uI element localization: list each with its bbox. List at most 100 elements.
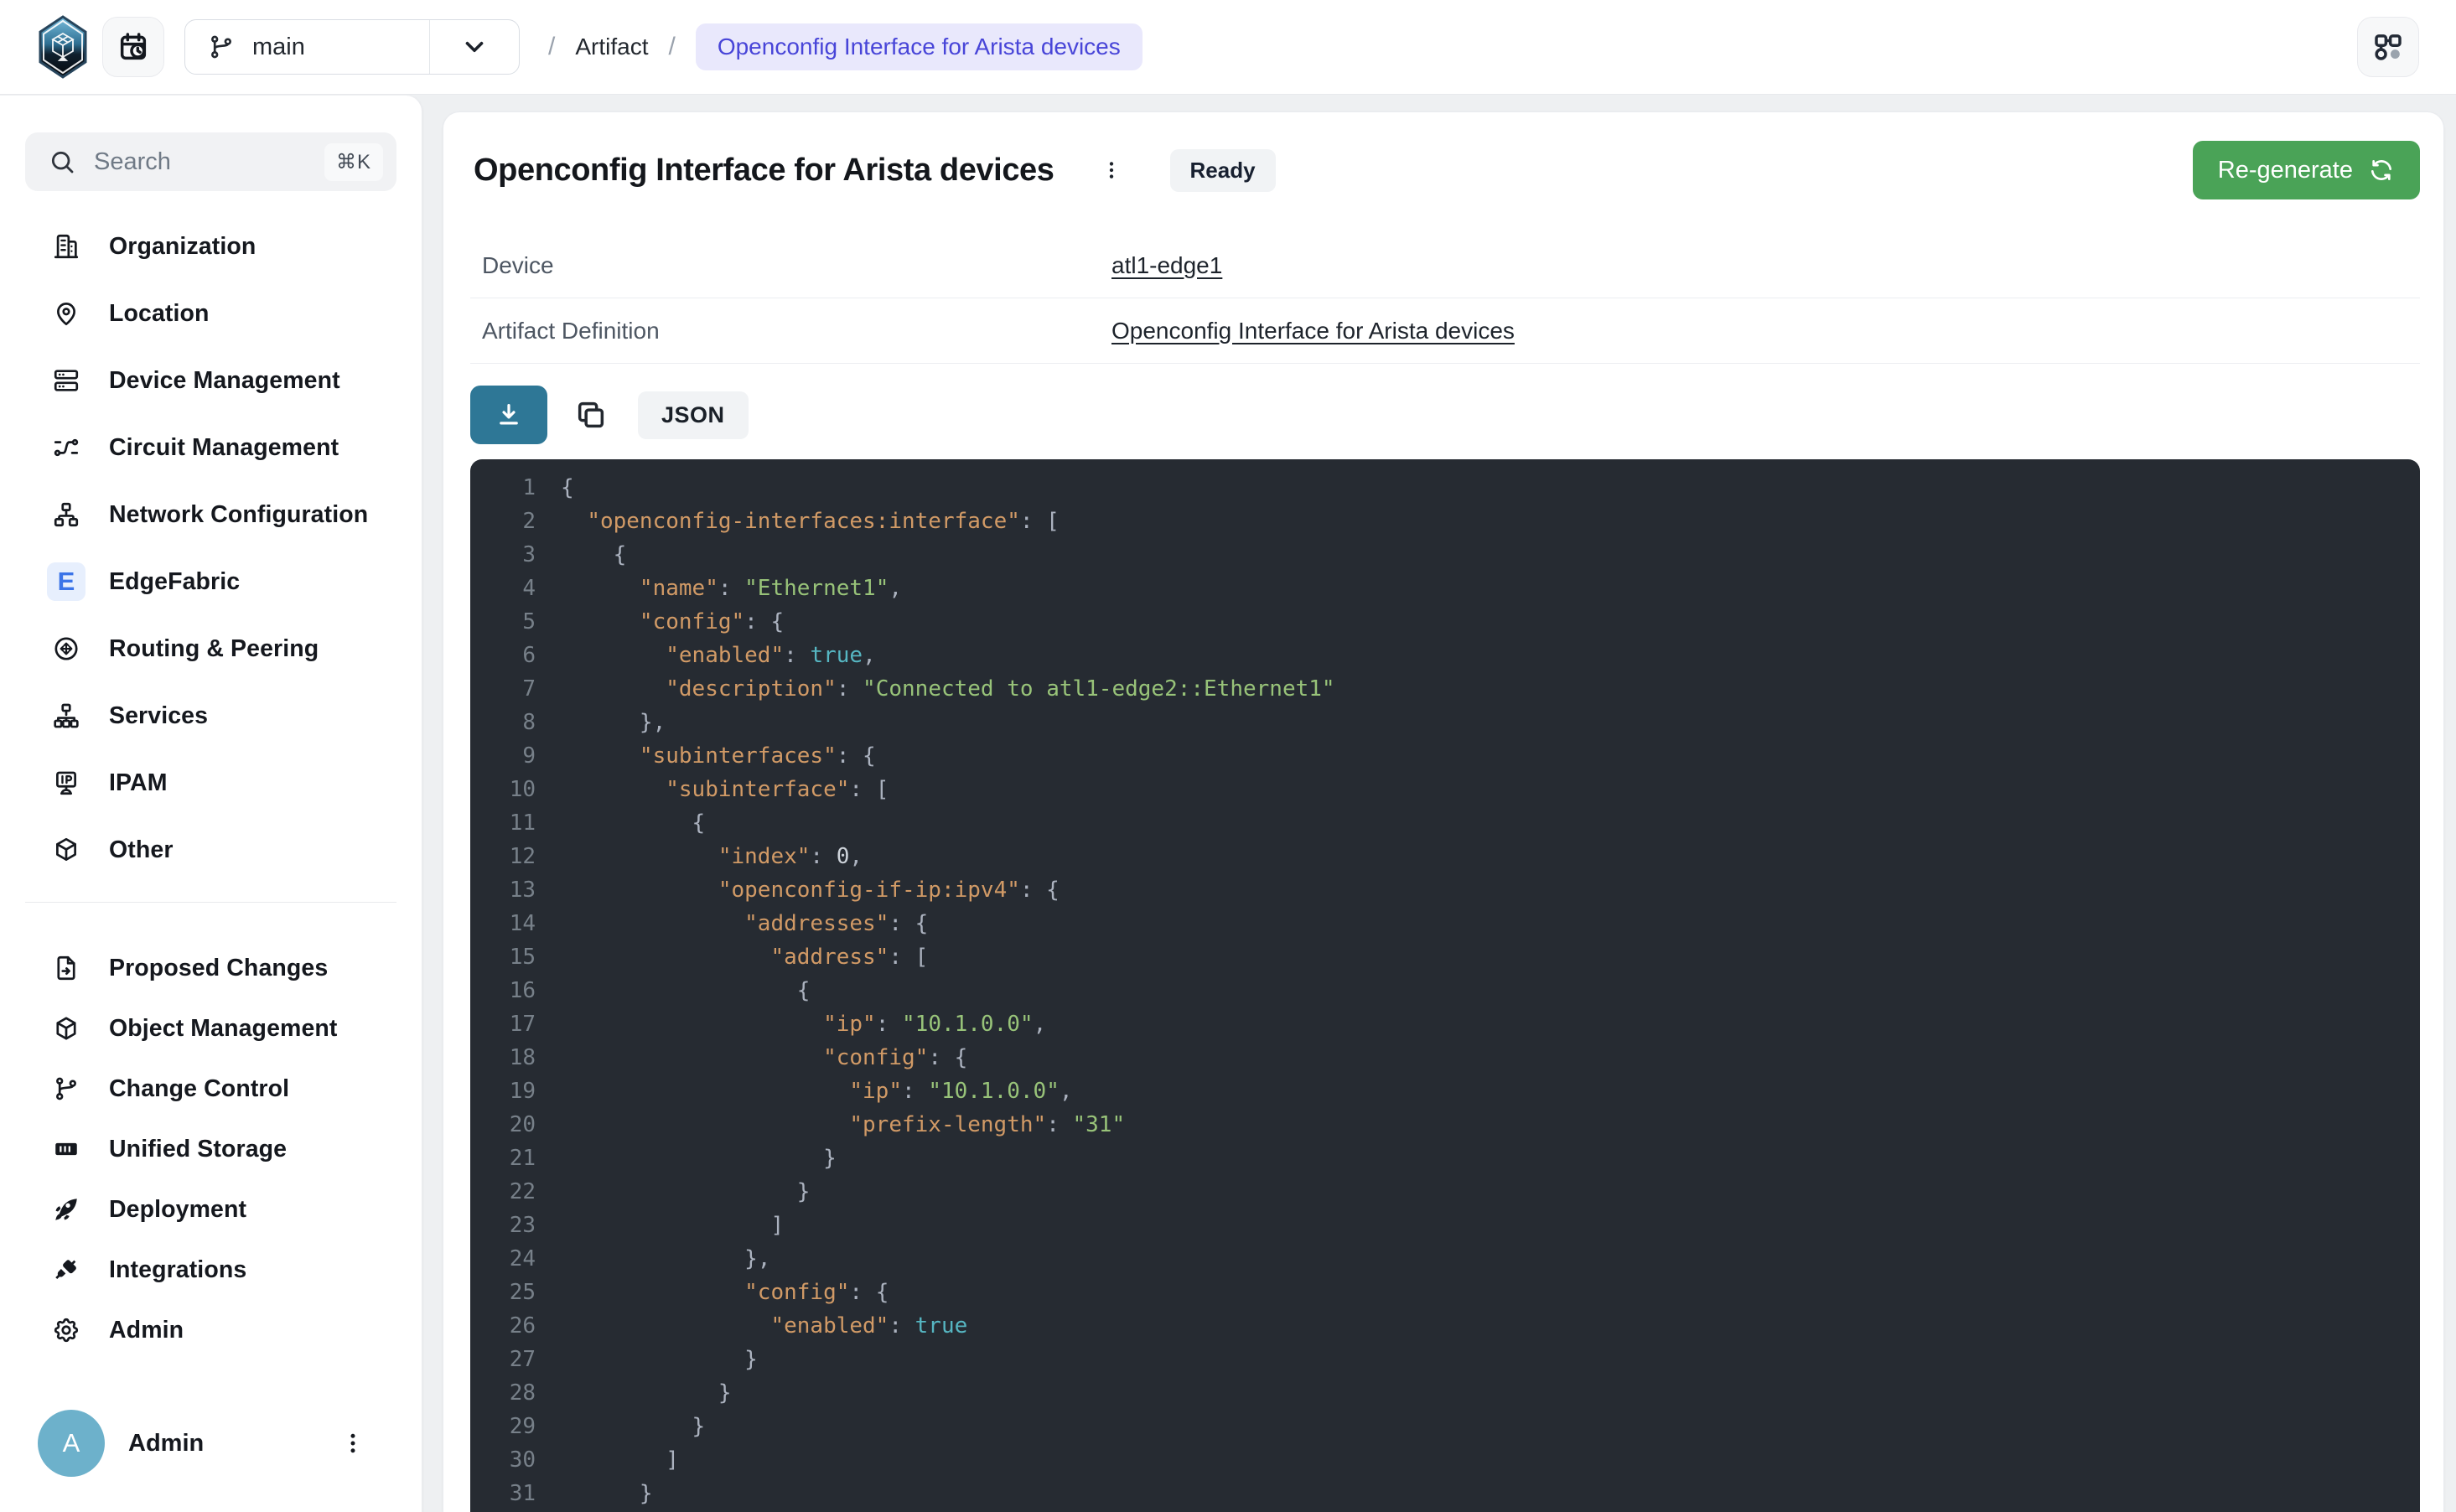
branch-selector[interactable]: main xyxy=(184,19,520,75)
sidebar-item-label: Location xyxy=(109,300,210,328)
breadcrumb: / Artifact / Openconfig Interface for Ar… xyxy=(548,23,1143,70)
sidebar-item-services[interactable]: Services xyxy=(0,682,422,749)
code-line: 26 "enabled": true xyxy=(470,1309,2420,1343)
cube-icon xyxy=(47,1009,85,1048)
kebab-icon xyxy=(1101,156,1122,184)
search-input[interactable]: Search ⌘K xyxy=(25,132,396,191)
code-line: 17 "ip": "10.1.0.0", xyxy=(470,1007,2420,1041)
refresh-icon xyxy=(2368,157,2395,184)
ipam-icon xyxy=(47,764,85,802)
search-shortcut: ⌘K xyxy=(324,143,383,181)
server-icon xyxy=(47,361,85,400)
sidebar-item-organization[interactable]: Organization xyxy=(0,213,422,280)
line-number: 26 xyxy=(470,1309,536,1343)
sidebar-item-change-control[interactable]: Change Control xyxy=(0,1059,422,1119)
user-row: A Admin xyxy=(0,1395,422,1512)
sidebar-item-label: IPAM xyxy=(109,769,168,797)
line-number: 30 xyxy=(470,1443,536,1477)
line-number: 16 xyxy=(470,974,536,1007)
code-line: 25 "config": { xyxy=(470,1276,2420,1309)
code-line: 27 } xyxy=(470,1343,2420,1376)
sidebar-item-ipam[interactable]: IPAM xyxy=(0,749,422,816)
code-line: 4 "name": "Ethernet1", xyxy=(470,572,2420,605)
sidebar-item-deployment[interactable]: Deployment xyxy=(0,1179,422,1240)
code-line: 24 }, xyxy=(470,1242,2420,1276)
sidebar-secondary-nav: Proposed Changes Object Management Change … xyxy=(0,938,422,1360)
sidebar-item-label: Circuit Management xyxy=(109,434,339,462)
sidebar-item-label: Other xyxy=(109,836,174,864)
sidebar-item-routing-peering[interactable]: Routing & Peering xyxy=(0,615,422,682)
sidebar-item-location[interactable]: Location xyxy=(0,280,422,347)
topbar: main / Artifact / Openconfig Interface f… xyxy=(0,0,2456,95)
device-link[interactable]: atl1-edge1 xyxy=(1111,252,1222,279)
sidebar-item-object-management[interactable]: Object Management xyxy=(0,998,422,1059)
sidebar-item-circuit-management[interactable]: Circuit Management xyxy=(0,414,422,481)
sidebar-item-integrations[interactable]: Integrations xyxy=(0,1240,422,1300)
git-branch-icon xyxy=(207,33,236,61)
line-number: 8 xyxy=(470,706,536,739)
sidebar-item-proposed-changes[interactable]: Proposed Changes xyxy=(0,938,422,998)
copy-button[interactable] xyxy=(566,390,616,440)
code-lines: 1{2 "openconfig-interfaces:interface": [… xyxy=(470,471,2420,1512)
code-line: 13 "openconfig-if-ip:ipv4": { xyxy=(470,873,2420,907)
sidebar-item-other[interactable]: Other xyxy=(0,816,422,883)
code-line: 21 } xyxy=(470,1142,2420,1175)
branch-name: main xyxy=(252,34,305,61)
storage-icon xyxy=(47,1130,85,1168)
sidebar-item-admin[interactable]: Admin xyxy=(0,1300,422,1360)
page-title: Openconfig Interface for Arista devices xyxy=(474,153,1054,189)
line-number: 14 xyxy=(470,907,536,940)
sidebar: Search ⌘K Organization Location Device Man… xyxy=(0,95,422,1512)
line-number: 27 xyxy=(470,1343,536,1376)
breadcrumb-item-artifact[interactable]: Artifact xyxy=(575,34,648,60)
sidebar-item-label: Unified Storage xyxy=(109,1136,287,1163)
sidebar-item-device-management[interactable]: Device Management xyxy=(0,347,422,414)
table-row: Artifact Definition Openconfig Interface… xyxy=(470,298,2420,364)
sidebar-item-label: Device Management xyxy=(109,367,340,395)
line-number: 25 xyxy=(470,1276,536,1309)
line-number: 3 xyxy=(470,538,536,572)
regenerate-label: Re-generate xyxy=(2218,157,2353,184)
regenerate-button[interactable]: Re-generate xyxy=(2193,141,2420,199)
line-number: 17 xyxy=(470,1007,536,1041)
line-number: 12 xyxy=(470,840,536,873)
line-number: 4 xyxy=(470,572,536,605)
sidebar-item-unified-storage[interactable]: Unified Storage xyxy=(0,1119,422,1179)
workflow-icon xyxy=(2371,29,2406,65)
network-hierarchy-icon xyxy=(47,495,85,534)
code-line: 14 "addresses": { xyxy=(470,907,2420,940)
sidebar-item-edgefabric[interactable]: EEdgeFabric xyxy=(0,548,422,615)
line-number: 19 xyxy=(470,1074,536,1108)
git-branch-icon xyxy=(47,1069,85,1108)
kebab-icon xyxy=(340,1429,365,1458)
line-number: 9 xyxy=(470,739,536,773)
user-menu-button[interactable] xyxy=(334,1421,371,1465)
download-button[interactable] xyxy=(470,386,547,444)
edgefabric-tile-icon: E xyxy=(47,562,85,601)
line-number: 7 xyxy=(470,672,536,706)
code-line: 9 "subinterfaces": { xyxy=(470,739,2420,773)
calendar-button[interactable] xyxy=(102,17,164,77)
search-icon xyxy=(49,148,75,175)
line-number: 28 xyxy=(470,1376,536,1410)
sidebar-item-label: Integrations xyxy=(109,1256,246,1284)
title-menu-button[interactable] xyxy=(1093,148,1130,192)
code-line: 12 "index": 0, xyxy=(470,840,2420,873)
code-line: 30 ] xyxy=(470,1443,2420,1477)
table-row: Device atl1-edge1 xyxy=(470,233,2420,298)
workflow-button[interactable] xyxy=(2357,17,2419,77)
sidebar-item-label: Routing & Peering xyxy=(109,635,319,663)
artifact-definition-link[interactable]: Openconfig Interface for Arista devices xyxy=(1111,318,1515,344)
breadcrumb-separator: / xyxy=(668,33,675,61)
search-placeholder: Search xyxy=(94,148,324,176)
sidebar-item-network-configuration[interactable]: Network Configuration xyxy=(0,481,422,548)
line-number: 18 xyxy=(470,1041,536,1074)
code-line: 20 "prefix-length": "31" xyxy=(470,1108,2420,1142)
sidebar-item-label: Object Management xyxy=(109,1015,338,1043)
code-line: 7 "description": "Connected to atl1-edge… xyxy=(470,672,2420,706)
line-number: 2 xyxy=(470,505,536,538)
code-line: 31 } xyxy=(470,1477,2420,1510)
line-number: 10 xyxy=(470,773,536,806)
app-logo[interactable] xyxy=(34,12,92,82)
line-number: 23 xyxy=(470,1209,536,1242)
